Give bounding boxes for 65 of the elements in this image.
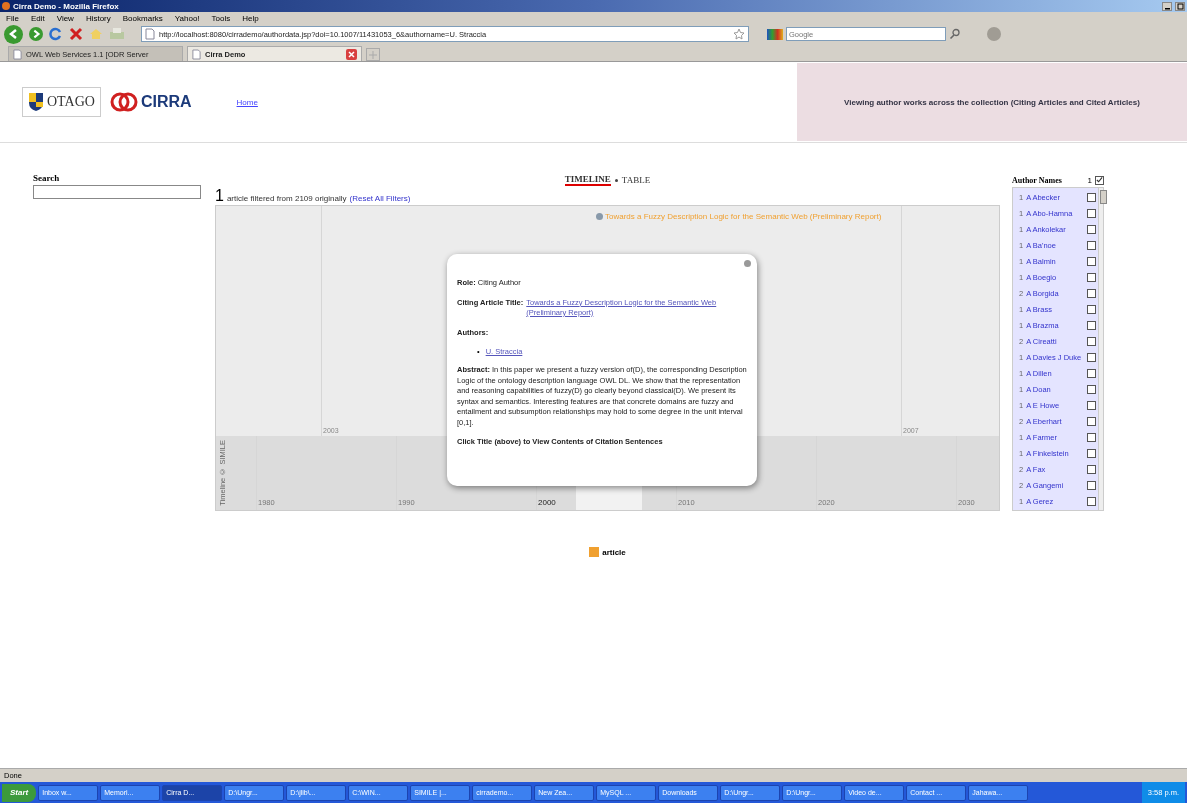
checkbox[interactable] <box>1087 320 1097 330</box>
checkbox[interactable] <box>1087 432 1097 442</box>
menu-item[interactable]: File <box>6 13 19 23</box>
checkbox[interactable] <box>1095 175 1104 185</box>
menu-item[interactable]: Help <box>242 13 259 23</box>
menu-item[interactable]: History <box>85 13 111 23</box>
event-marker-icon[interactable] <box>596 213 603 220</box>
star-icon[interactable] <box>733 28 745 40</box>
search-field[interactable] <box>33 185 201 199</box>
checkbox[interactable] <box>1087 352 1097 362</box>
panel-title: Author Names <box>1012 175 1062 185</box>
checkbox[interactable] <box>1087 224 1097 234</box>
checkbox[interactable] <box>1087 256 1097 266</box>
page-icon <box>13 48 22 60</box>
count-text: 1 <box>1087 175 1092 185</box>
forward-button[interactable] <box>29 27 43 41</box>
checkbox[interactable] <box>1087 400 1097 410</box>
stop-icon[interactable] <box>69 27 83 41</box>
checkbox[interactable] <box>1087 496 1097 506</box>
checkbox[interactable] <box>1087 416 1097 426</box>
separator-dot <box>614 178 618 182</box>
checkbox[interactable] <box>1087 208 1097 218</box>
checkbox[interactable] <box>1087 464 1097 474</box>
university-logo: OTAGO <box>22 87 101 117</box>
cirra-logo: CIRRA <box>108 88 192 116</box>
search-icon[interactable] <box>949 28 961 40</box>
legend-label: article <box>602 547 626 557</box>
checkbox[interactable] <box>1087 192 1097 202</box>
menu-item[interactable]: Yahoo! <box>174 13 200 23</box>
menu-item[interactable]: Bookmarks <box>122 13 163 23</box>
page-icon <box>192 48 201 60</box>
search-label: Search <box>33 173 61 183</box>
maximize-icon <box>1176 2 1184 10</box>
year-label: 2000 <box>538 498 556 507</box>
page-icon <box>145 28 155 40</box>
checkbox[interactable] <box>1087 240 1097 250</box>
checkbox[interactable] <box>1087 480 1097 490</box>
start-button[interactable]: Start <box>2 783 37 802</box>
close-icon[interactable] <box>346 48 357 60</box>
checkbox[interactable] <box>1087 368 1097 378</box>
checkbox[interactable] <box>1087 448 1097 458</box>
checkbox[interactable] <box>1087 304 1097 314</box>
back-button[interactable] <box>4 24 23 44</box>
menu-item[interactable]: Edit <box>30 13 45 23</box>
minimize-button[interactable] <box>1162 1 1172 11</box>
window-title: Cirra Demo - Mozilla Firefox <box>13 1 119 11</box>
plus-icon <box>369 50 377 59</box>
browser-icon <box>2 2 10 10</box>
home-link[interactable]: Home <box>236 97 258 107</box>
checkbox[interactable] <box>1087 384 1097 394</box>
close-icon[interactable] <box>744 260 751 267</box>
menu-item[interactable]: Tools <box>211 13 231 23</box>
reload-icon[interactable] <box>49 27 63 41</box>
menu-item[interactable]: View <box>56 13 74 23</box>
checkbox[interactable] <box>1087 288 1097 298</box>
checkbox[interactable] <box>1087 336 1097 346</box>
reset-filters-link[interactable]: (Reset All Filters) <box>349 194 411 203</box>
checkbox[interactable] <box>1087 272 1097 282</box>
view-tab[interactable]: TABLE <box>621 175 651 185</box>
filter-text: article filtered from 2109 originally <box>226 194 347 203</box>
search-engine-icon[interactable] <box>767 28 783 40</box>
info-banner: Viewing author works across the collection (Citing Articles and Cited Articles) <box>797 63 1187 141</box>
result-count: 1 <box>215 187 224 205</box>
view-tab[interactable]: TIMELINE <box>564 174 611 186</box>
maximize-button[interactable] <box>1175 1 1185 11</box>
